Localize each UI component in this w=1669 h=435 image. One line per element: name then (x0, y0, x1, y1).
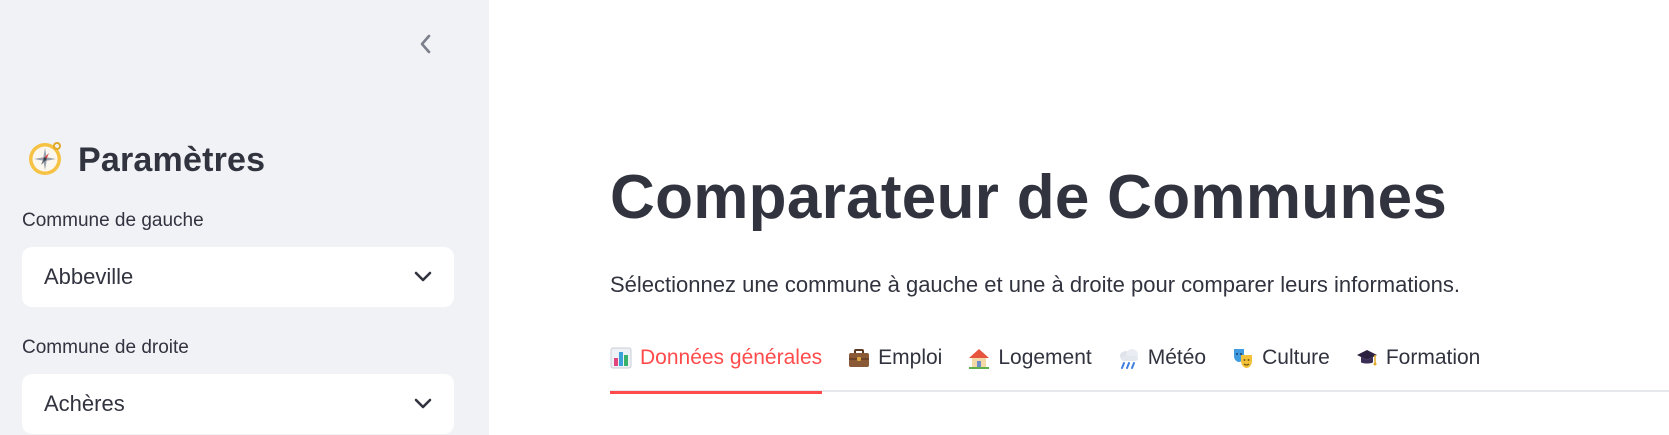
sidebar-heading: Paramètres (78, 140, 266, 179)
tab-label: Météo (1147, 346, 1207, 369)
chevron-left-icon (418, 33, 434, 60)
page-title: Comparateur de Communes (610, 163, 1448, 232)
theater-masks-icon (1232, 347, 1254, 369)
sidebar-title: Paramètres (26, 138, 265, 182)
tab-formation[interactable]: Formation (1356, 340, 1481, 392)
main-content: Comparateur de Communes Sélectionnez une… (489, 0, 1669, 435)
right-commune-value: Achères (44, 391, 125, 416)
bar-chart-icon (610, 347, 632, 369)
tab-label: Formation (1385, 346, 1481, 369)
tab-label: Emploi (878, 346, 943, 369)
graduation-cap-icon (1356, 347, 1378, 369)
tab-culture[interactable]: Culture (1232, 340, 1330, 392)
sidebar: Paramètres Commune de gauche Abbeville C… (0, 0, 489, 435)
tab-logement[interactable]: Logement (968, 340, 1092, 392)
right-commune-label: Commune de droite (22, 337, 189, 358)
tab-emploi[interactable]: Emploi (848, 340, 942, 392)
tab-label: Logement (998, 346, 1092, 369)
tab-meteo[interactable]: Météo (1118, 340, 1206, 392)
compass-icon (26, 139, 64, 182)
page-subtitle: Sélectionnez une commune à gauche et une… (610, 272, 1460, 297)
app: Paramètres Commune de gauche Abbeville C… (0, 0, 1669, 435)
tab-donnees-generales[interactable]: Données générales (610, 340, 823, 394)
house-icon (968, 347, 990, 369)
tab-bar: Données générales Emploi Logement Météo … (610, 340, 1669, 394)
left-commune-value: Abbeville (44, 264, 134, 289)
left-commune-select[interactable]: Abbeville (22, 247, 454, 307)
collapse-sidebar-button[interactable] (410, 30, 442, 62)
tab-label: Culture (1262, 346, 1330, 369)
rain-cloud-icon (1118, 347, 1140, 369)
right-commune-select[interactable]: Achères (22, 374, 454, 434)
left-commune-label: Commune de gauche (22, 210, 204, 231)
chevron-down-icon (414, 398, 432, 410)
tab-label: Données générales (640, 346, 823, 369)
chevron-down-icon (414, 271, 432, 283)
briefcase-icon (848, 347, 870, 369)
